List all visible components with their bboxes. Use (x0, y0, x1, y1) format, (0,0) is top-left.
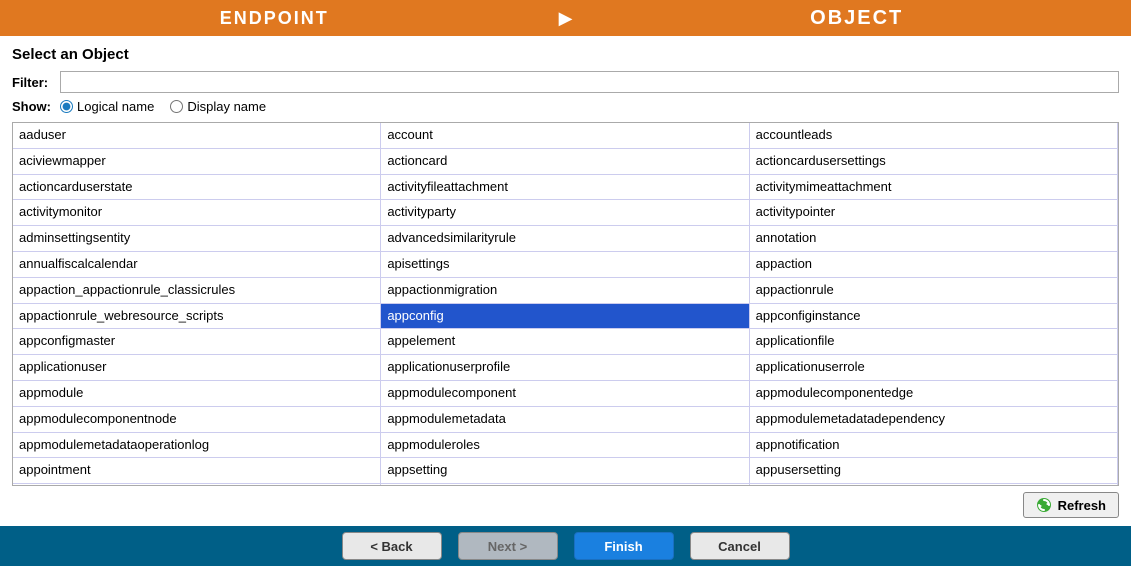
list-item[interactable]: asyncoperation (13, 484, 381, 486)
page-title: Select an Object (12, 46, 1119, 63)
content-area: Select an Object Filter: Show: Logical n… (0, 36, 1131, 526)
next-button[interactable]: Next > (458, 532, 558, 560)
list-item[interactable]: appusersetting (750, 458, 1118, 484)
list-item[interactable]: applicationuserrole (750, 355, 1118, 381)
list-item[interactable]: applicationuser (13, 355, 381, 381)
list-item[interactable]: applicationuserprofile (381, 355, 749, 381)
header: ENDPOINT ▶ OBJECT (0, 0, 1131, 36)
list-item[interactable]: activitymimeattachment (750, 175, 1118, 201)
list-item[interactable]: aciviewmapper (13, 149, 381, 175)
radio-display-name[interactable]: Display name (170, 99, 266, 114)
filter-label: Filter: (12, 75, 52, 90)
list-item[interactable]: attachment (381, 484, 749, 486)
list-item[interactable]: account (381, 123, 749, 149)
footer: < Back Next > Finish Cancel (0, 526, 1131, 566)
show-label: Show: (12, 99, 52, 114)
list-item[interactable]: appnotification (750, 433, 1118, 459)
finish-button[interactable]: Finish (574, 532, 674, 560)
list-item[interactable]: activityparty (381, 200, 749, 226)
list-item[interactable]: appaction (750, 252, 1118, 278)
list-item[interactable]: appaction_appactionrule_classicrules (13, 278, 381, 304)
list-item[interactable]: appointment (13, 458, 381, 484)
filter-row: Filter: (12, 71, 1119, 93)
object-list[interactable]: aaduseraccountaccountleadsaciviewmappera… (12, 122, 1119, 486)
list-item[interactable]: appmodulecomponent (381, 381, 749, 407)
list-item[interactable]: appmodule (13, 381, 381, 407)
list-item[interactable]: attribute (750, 484, 1118, 486)
refresh-icon (1036, 497, 1052, 513)
cancel-button[interactable]: Cancel (690, 532, 790, 560)
show-row: Show: Logical name Display name (12, 99, 1119, 114)
list-item[interactable]: appmodulecomponentedge (750, 381, 1118, 407)
list-item[interactable]: appelement (381, 329, 749, 355)
list-item[interactable]: adminsettingsentity (13, 226, 381, 252)
list-item[interactable]: accountleads (750, 123, 1118, 149)
list-item[interactable]: activitymonitor (13, 200, 381, 226)
list-item[interactable]: applicationfile (750, 329, 1118, 355)
list-item[interactable]: annotation (750, 226, 1118, 252)
radio-logical-label: Logical name (77, 99, 154, 114)
list-item[interactable]: appmoduleroles (381, 433, 749, 459)
list-item[interactable]: appconfigmaster (13, 329, 381, 355)
radio-display-label: Display name (187, 99, 266, 114)
list-item[interactable]: actioncardusersettings (750, 149, 1118, 175)
list-item[interactable]: actioncarduserstate (13, 175, 381, 201)
list-item[interactable]: apisettings (381, 252, 749, 278)
list-item[interactable]: appactionmigration (381, 278, 749, 304)
list-item[interactable]: annualfiscalcalendar (13, 252, 381, 278)
list-item[interactable]: appconfiginstance (750, 304, 1118, 330)
list-item[interactable]: activitypointer (750, 200, 1118, 226)
refresh-button[interactable]: Refresh (1023, 492, 1119, 518)
list-item[interactable]: appmodulemetadata (381, 407, 749, 433)
list-item[interactable]: appactionrule (750, 278, 1118, 304)
header-object: OBJECT (582, 7, 1131, 30)
filter-input[interactable] (60, 71, 1119, 93)
list-item[interactable]: appmodulecomponentnode (13, 407, 381, 433)
header-arrow-icon: ▶ (549, 8, 583, 29)
refresh-row: Refresh (12, 486, 1119, 520)
refresh-label: Refresh (1058, 498, 1106, 513)
back-button[interactable]: < Back (342, 532, 442, 560)
list-item[interactable]: activityfileattachment (381, 175, 749, 201)
list-item[interactable]: appmodulemetadatadependency (750, 407, 1118, 433)
list-item[interactable]: appmodulemetadataoperationlog (13, 433, 381, 459)
list-grid: aaduseraccountaccountleadsaciviewmappera… (13, 123, 1118, 486)
list-item[interactable]: appsetting (381, 458, 749, 484)
list-item[interactable]: aaduser (13, 123, 381, 149)
list-item[interactable]: appactionrule_webresource_scripts (13, 304, 381, 330)
list-item[interactable]: advancedsimilarityrule (381, 226, 749, 252)
list-item[interactable]: appconfig (381, 304, 749, 330)
radio-logical-name[interactable]: Logical name (60, 99, 154, 114)
list-item[interactable]: actioncard (381, 149, 749, 175)
header-endpoint: ENDPOINT (0, 8, 549, 29)
